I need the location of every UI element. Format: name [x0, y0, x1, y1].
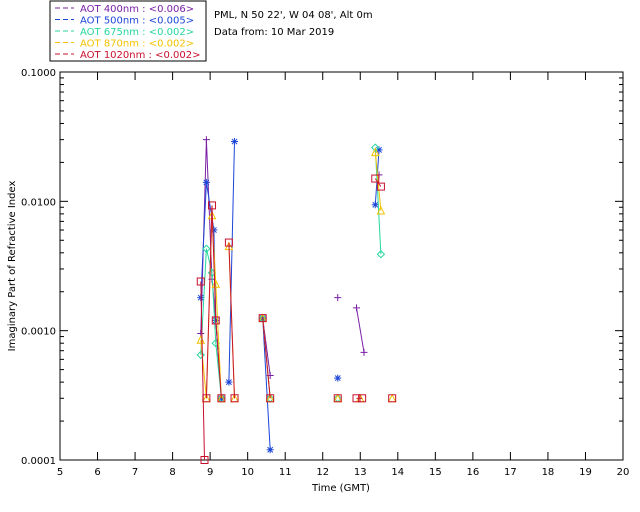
data-point-asterisk — [266, 446, 274, 454]
x-tick-label: 12 — [316, 467, 329, 478]
x-tick-label: 13 — [354, 467, 367, 478]
data-point-plus — [353, 304, 361, 312]
x-tick-label: 6 — [94, 467, 100, 478]
x-tick-label: 5 — [57, 467, 63, 478]
series-group — [196, 143, 386, 403]
series-group — [197, 136, 383, 402]
date-info-text: Data from: 10 Mar 2019 — [214, 27, 334, 38]
legend-entry: AOT 675nm : <0.002> — [80, 27, 194, 38]
legend: AOT 400nm : <0.006>AOT 500nm : <0.005>AO… — [49, 0, 207, 62]
x-tick-label: 8 — [169, 467, 175, 478]
data-point-plus — [202, 136, 210, 144]
legend-entry: AOT 1020nm : <0.002> — [80, 50, 200, 61]
data-point-asterisk — [202, 178, 210, 186]
x-tick-label: 14 — [391, 467, 404, 478]
x-axis-label: Time (GMT) — [311, 483, 370, 494]
x-tick-label: 19 — [579, 467, 592, 478]
y-tick-label: 0.0010 — [21, 327, 56, 338]
data-point-asterisk — [225, 378, 233, 386]
x-tick-label: 17 — [504, 467, 517, 478]
data-point-plus — [334, 294, 342, 302]
data-point-triangle — [333, 393, 343, 403]
y-tick-label: 0.1000 — [21, 68, 56, 79]
x-tick-label: 20 — [617, 467, 630, 478]
series-layer — [196, 136, 397, 464]
series-group — [196, 147, 397, 403]
y-tick-label: 0.0001 — [21, 456, 56, 467]
data-point-asterisk — [334, 374, 342, 382]
x-axis: 5 6 7 8 9 10 11 12 13 14 15 16 17 18 19 20 — [57, 72, 630, 478]
y-axis-label: Imaginary Part of Refractive Index — [7, 181, 18, 352]
site-info-text: PML, N 50 22', W 04 08', Alt 0m — [214, 10, 373, 21]
x-tick-label: 10 — [241, 467, 254, 478]
x-tick-label: 18 — [542, 467, 555, 478]
y-axis: 0.1000 0.0100 0.0010 0.0001 — [21, 68, 623, 467]
x-tick-label: 16 — [466, 467, 479, 478]
x-tick-label: 15 — [429, 467, 442, 478]
x-tick-label: 11 — [279, 467, 292, 478]
data-point-triangle — [387, 393, 397, 403]
chart-canvas: AOT 400nm : <0.006>AOT 500nm : <0.005>AO… — [7, 0, 630, 494]
series-line — [356, 307, 365, 353]
legend-entry: AOT 400nm : <0.006> — [80, 4, 194, 15]
data-point-plus — [360, 348, 368, 356]
series-group — [197, 138, 383, 454]
series-group — [196, 174, 397, 464]
x-tick-label: 7 — [132, 467, 138, 478]
x-tick-label: 9 — [207, 467, 213, 478]
legend-entry: AOT 500nm : <0.005> — [80, 16, 194, 27]
legend-entry: AOT 870nm : <0.002> — [80, 39, 194, 50]
y-tick-label: 0.0100 — [21, 197, 56, 208]
data-point-asterisk — [231, 138, 239, 146]
